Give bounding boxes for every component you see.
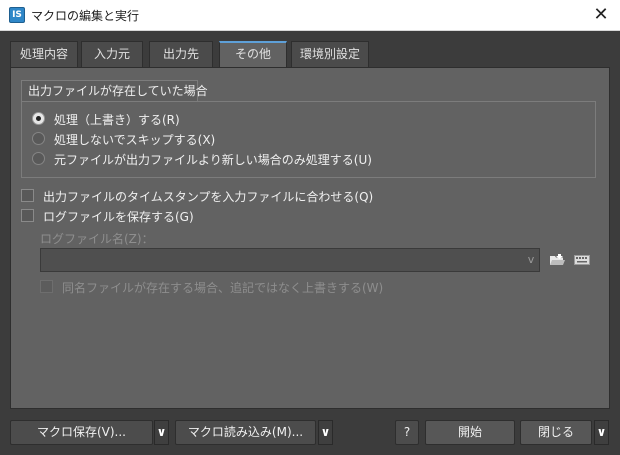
log-filename-combobox[interactable]: v <box>40 248 540 272</box>
tab-processing[interactable]: 処理内容 <box>10 41 78 67</box>
window-title: マクロの編集と実行 <box>31 9 140 23</box>
overwrite-log-checkbox-label: 同名ファイルが存在する場合、追記ではなく上書きする(W) <box>62 281 384 295</box>
start-button[interactable]: 開始 <box>425 420 515 445</box>
tab-input[interactable]: 入力元 <box>81 41 143 67</box>
app-icon: IS <box>9 7 25 23</box>
folder-open-icon[interactable] <box>549 253 565 267</box>
timestamp-checkbox[interactable] <box>21 189 34 202</box>
radio-skip-button[interactable] <box>32 132 45 145</box>
title-bar: IS マクロの編集と実行 ✕ <box>0 0 620 31</box>
save-macro-button[interactable]: マクロ保存(V)... <box>10 420 153 445</box>
radio-newer-only-button[interactable] <box>32 152 45 165</box>
keyboard-icon[interactable] <box>574 255 590 265</box>
radio-overwrite-label: 処理（上書き）する(R) <box>54 113 180 127</box>
save-log-checkbox[interactable] <box>21 209 34 222</box>
tab-output[interactable]: 出力先 <box>149 41 213 67</box>
chevron-down-icon[interactable]: v <box>523 249 539 271</box>
radio-overwrite-button[interactable] <box>32 112 45 125</box>
save-log-checkbox-label: ログファイルを保存する(G) <box>43 210 194 224</box>
radio-skip-label: 処理しないでスキップする(X) <box>54 133 216 147</box>
load-macro-menu-chevron[interactable]: ∨ <box>318 420 333 445</box>
settings-panel: 出力ファイルが存在していた場合 処理（上書き）する(R) 処理しないでスキップす… <box>10 67 610 409</box>
load-macro-button[interactable]: マクロ読み込み(M)... <box>175 420 316 445</box>
overwrite-log-checkbox <box>40 280 53 293</box>
existing-output-group-label: 出力ファイルが存在していた場合 <box>21 80 208 102</box>
close-button[interactable]: 閉じる <box>520 420 592 445</box>
log-filename-label: ログファイル名(Z)： <box>40 232 154 246</box>
existing-output-group: 処理（上書き）する(R) 処理しないでスキップする(X) 元ファイルが出力ファイ… <box>21 101 596 178</box>
timestamp-checkbox-label: 出力ファイルのタイムスタンプを入力ファイルに合わせる(Q) <box>43 190 374 204</box>
help-button[interactable]: ? <box>395 420 419 445</box>
window-close-button[interactable]: ✕ <box>582 0 620 30</box>
save-macro-menu-chevron[interactable]: ∨ <box>154 420 169 445</box>
close-menu-chevron[interactable]: ∨ <box>594 420 609 445</box>
tab-environment[interactable]: 環境別設定 <box>291 41 369 67</box>
radio-newer-only-label: 元ファイルが出力ファイルより新しい場合のみ処理する(U) <box>54 153 372 167</box>
tab-other[interactable]: その他 <box>219 41 287 68</box>
